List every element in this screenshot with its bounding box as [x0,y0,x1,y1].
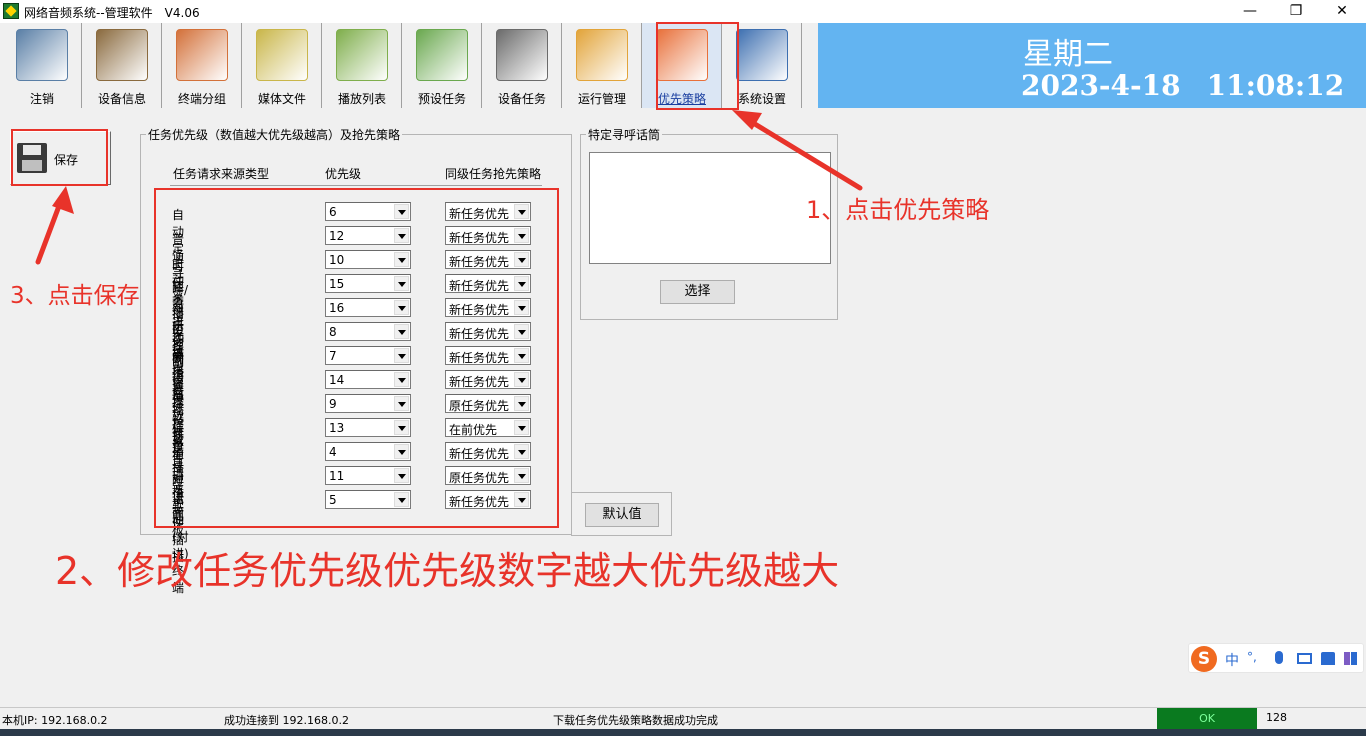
ime-lang-toggle[interactable]: 中 [1225,650,1239,670]
status-ok-indicator: OK [1157,708,1257,729]
apps-icon[interactable] [1344,652,1357,665]
status-message: 下载任务优先级策略数据成功完成 [553,714,718,727]
sogou-logo-icon[interactable]: S [1191,646,1217,672]
keyboard-icon[interactable] [1297,653,1312,664]
shirt-icon[interactable] [1321,652,1335,665]
status-count: 128 [1266,711,1287,724]
taskbar-strip [0,729,1366,736]
ime-toolbar: S 中 °, [1188,643,1364,673]
status-connection: 成功连接到 192.168.0.2 [224,714,349,727]
status-local-ip: 本机IP: 192.168.0.2 [2,714,108,727]
mic-icon[interactable] [1275,651,1283,664]
ime-punct-toggle[interactable]: °, [1247,650,1257,664]
annotation-arrows [35,110,863,265]
status-bar: 本机IP: 192.168.0.2 成功连接到 192.168.0.2 下载任务… [0,707,1366,729]
arrow-to-priority-tab [742,115,863,191]
